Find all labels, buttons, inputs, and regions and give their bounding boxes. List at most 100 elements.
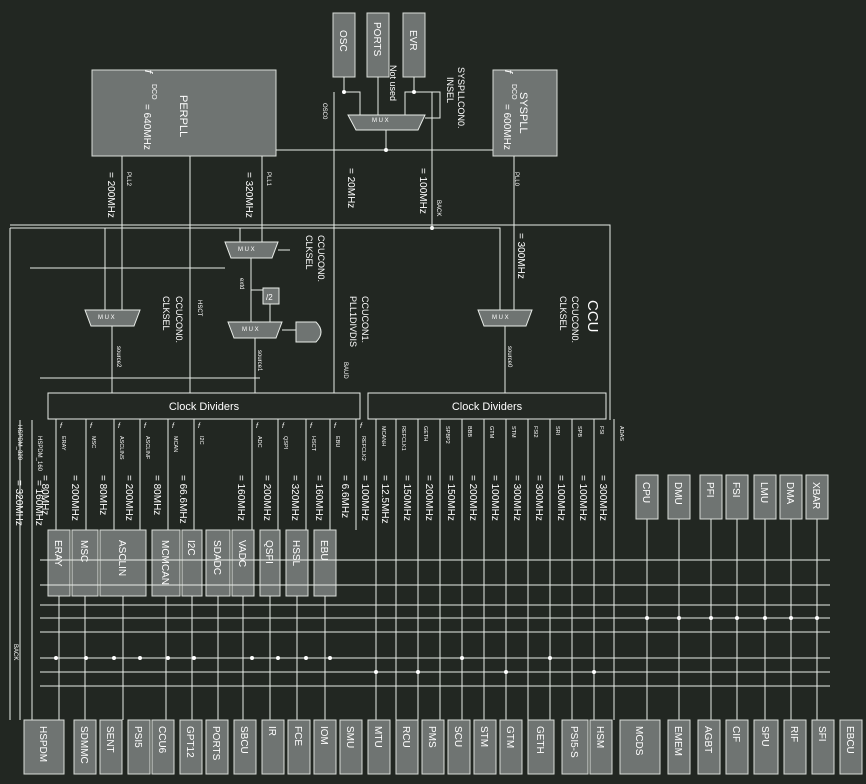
block-sent: SENT — [99, 719, 123, 775]
mux-glyph: M U X — [238, 247, 255, 253]
block-label-agbt: AGBT — [702, 726, 713, 753]
osc-label: OSC — [337, 30, 348, 52]
clock-freq-msc: = 200MHz — [69, 475, 80, 521]
fsource0-label: source0 — [506, 346, 512, 368]
block-asclin: ASCLIN — [99, 529, 147, 597]
block-label-hspdm: HSPDM — [37, 726, 48, 762]
perpll-label: PERPLL — [177, 95, 189, 137]
block-cpu: CPU — [635, 474, 659, 520]
ccucon0-top-b: CLKSEL — [304, 235, 314, 270]
junction-dot — [250, 656, 254, 660]
clock-freq-i2c: = 66.6MHz — [177, 475, 188, 524]
junction-dot — [384, 148, 388, 152]
block-label-sdmmc: SDMMC — [78, 726, 89, 764]
syspll-freq: = 600MHz — [501, 104, 512, 150]
block-label-mcds: MCDS — [633, 726, 644, 756]
evr-block: EVR — [402, 12, 426, 78]
fosc0-label: OSC0 — [321, 103, 327, 120]
clock-tree-svg: CCU OSC PORTS EVR PERPLL f DCO = 640MHz … — [9, 12, 863, 775]
evr-label: EVR — [407, 30, 418, 51]
block-dmu: DMU — [667, 474, 691, 520]
block-label-spu: SPU — [759, 726, 770, 747]
block-label-rcu: RCU — [400, 726, 411, 748]
block-psi5-s: PSI5-S — [561, 719, 589, 775]
clock-fsym: f — [60, 423, 63, 430]
block-agbt: AGBT — [697, 719, 721, 775]
clock-sub-mcanh: MCANH — [380, 426, 386, 446]
perpll-fsub: DCO — [150, 84, 157, 100]
junction-dot — [735, 616, 739, 620]
insel-label: INSEL — [445, 77, 455, 103]
clock-sub-bbb: BBB — [466, 426, 472, 437]
block-label-ir: IR — [266, 726, 277, 736]
clock-freq-geth: = 150MHz — [401, 475, 412, 521]
junction-dot — [192, 656, 196, 660]
clock-freq-refclk2: = 6.6MHz — [339, 475, 350, 518]
block-label-hssl: HSSL — [290, 540, 301, 567]
fpll1-freq: = 320MHz — [243, 172, 254, 218]
block-label-cif: CIF — [730, 726, 741, 742]
left-clock-group: f ERAY = 80MHz f MSC = 200MHz f ASCLINS = 80MHz f… — [39, 419, 366, 530]
mux-glyph: M U X — [98, 315, 115, 321]
right-clock-group: MCANH = 100MHz REFCLK1 = 12.5MHz GETH = 150MH… — [359, 419, 624, 720]
and-gate — [295, 321, 322, 343]
block-label-psi5-s: PSI5-S — [568, 726, 579, 758]
block-mcds: MCDS — [619, 719, 661, 775]
block-label-eray: ERAY — [52, 540, 63, 567]
block-label-vadc: VADC — [236, 540, 247, 567]
block-gpt12: GPT12 — [179, 719, 203, 775]
junction-dot — [763, 616, 767, 620]
block-label-hsm: HSM — [594, 726, 605, 748]
block-iom: IOM — [313, 719, 337, 775]
clock-sub-hsct: HSCT — [310, 436, 316, 452]
block-gtm: GTM — [499, 719, 523, 775]
block-label-i2c: I2C — [185, 540, 196, 556]
ccucon0-left-a: CCUCON0. — [174, 296, 184, 343]
block-smu: SMU — [339, 719, 363, 775]
syspll-fsub: DCO — [510, 84, 517, 100]
block-fce: FCE — [287, 719, 311, 775]
fback-bottom-label: BACK — [12, 644, 18, 660]
block-emem: EMEM — [667, 719, 691, 775]
junction-dot — [677, 616, 681, 620]
block-scu: SCU — [447, 719, 471, 775]
clock-sub-spb: SPB — [576, 426, 582, 437]
junction-dot — [54, 656, 58, 660]
clock-dividers-right-label: Clock Dividers — [452, 401, 523, 413]
block-vadc: VADC — [231, 529, 255, 597]
block-sbcu: SBCU — [233, 719, 257, 775]
block-rcu: RCU — [395, 719, 419, 775]
block-label-gpt12: GPT12 — [184, 726, 195, 758]
clock-freq-adc: = 160MHz — [235, 475, 246, 521]
block-label-cpu: CPU — [640, 482, 651, 503]
block-pfi: PFI — [699, 474, 723, 520]
block-hsm: HSM — [589, 719, 613, 775]
mux-glyph: M U X — [242, 327, 259, 333]
block-hspdm: HSPDM — [23, 719, 65, 775]
clock-freq-mcanh: = 100MHz — [359, 475, 370, 521]
clock-freq-gtm: = 200MHz — [467, 475, 478, 521]
clock-freq-spb: = 100MHz — [555, 475, 566, 521]
clock-freq-ebu: = 160MHz — [313, 475, 324, 521]
block-rif: RIF — [783, 719, 807, 775]
clock-fsym: f — [144, 423, 147, 430]
clock-sub-refclk2: REFCLK2 — [360, 436, 366, 461]
ports-source-label: PORTS — [371, 22, 382, 57]
block-sfi: SFI — [811, 719, 835, 775]
fextd-label: extd — [238, 278, 244, 289]
clock-freq-qspi: = 200MHz — [261, 475, 272, 521]
fhspdm160-label: HSPDM_160 — [36, 436, 42, 472]
block-pms: PMS — [421, 719, 445, 775]
block-geth: GETH — [527, 719, 555, 775]
clock-sub-msc: MSC — [90, 436, 96, 448]
osc-wire — [343, 77, 361, 115]
fpll0-label: PLL0 — [513, 172, 519, 187]
block-stm: STM — [473, 719, 497, 775]
block-label-mtu: MTU — [372, 726, 383, 748]
block-label-mcmcan: MCMCAN — [159, 540, 170, 585]
clock-sub-gtm: GTM — [488, 426, 494, 439]
block-hssl: HSSL — [285, 529, 309, 597]
clock-freq-spbp2: = 200MHz — [423, 475, 434, 521]
mid-block-group: ERAY MSC ASCLIN MCMCAN I2C SDADC VADC QSPI HSSL E… — [47, 529, 337, 720]
fback-label: BACK — [435, 200, 441, 216]
